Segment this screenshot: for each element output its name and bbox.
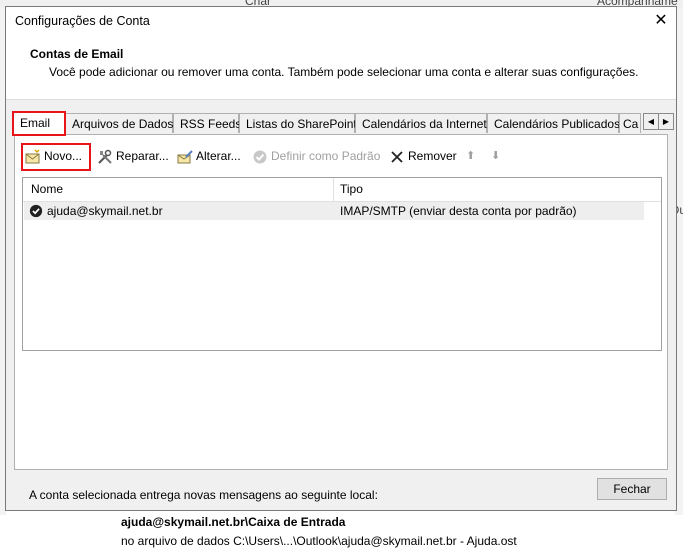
remove-button[interactable]: Remover [389, 145, 457, 169]
tab-label: Arquivos de Dados [72, 117, 174, 131]
repair-label: Reparar... [116, 149, 169, 163]
fechar-button[interactable]: Fechar [597, 478, 667, 500]
tab-label: Listas do SharePoint [246, 117, 357, 131]
table-row[interactable]: ajuda@skymail.net.br IMAP/SMTP (enviar d… [24, 202, 644, 220]
dialog-titlebar: Configurações de Conta ✕ [6, 7, 676, 37]
tab-scroll-left-icon[interactable]: ◀ [643, 113, 659, 130]
move-up-icon[interactable]: ⬆ [466, 145, 475, 169]
column-header-nome[interactable]: Nome [31, 182, 63, 196]
new-account-label: Novo... [44, 149, 83, 163]
dialog-title: Configurações de Conta [15, 14, 150, 28]
tab-label: Calendários da Internet [362, 117, 487, 131]
delivery-datafile: no arquivo de dados C:\Users\...\Outlook… [121, 534, 517, 548]
tab-label: Ca [623, 117, 639, 131]
dialog-header: Contas de Email Você pode adicionar ou r… [6, 37, 676, 100]
account-name: ajuda@skymail.net.br [47, 204, 163, 218]
tab-catalogos-truncated[interactable]: Ca [619, 113, 641, 133]
tab-scroll-buttons: ◀ ▶ [643, 113, 674, 130]
tab-email[interactable]: Email [12, 111, 66, 136]
tab-rss-feeds[interactable]: RSS Feeds [173, 113, 242, 133]
account-list: Nome Tipo ajuda@skymail.net.br IMAP/SMTP… [22, 177, 662, 351]
tab-label: Email [20, 116, 51, 130]
change-label: Alterar... [196, 149, 241, 163]
account-settings-dialog: Configurações de Conta ✕ Contas de Email… [5, 6, 677, 548]
tab-listas-sharepoint[interactable]: Listas do SharePoint [239, 113, 357, 133]
column-separator[interactable] [333, 178, 334, 201]
column-header-tipo[interactable]: Tipo [340, 182, 363, 196]
tab-label: Calendários Publicados [494, 117, 621, 131]
default-account-check-icon [29, 204, 43, 218]
account-type: IMAP/SMTP (enviar desta conta por padrão… [340, 204, 577, 218]
delivery-location: ajuda@skymail.net.br\Caixa de Entrada [121, 515, 346, 529]
tab-strip: Email Arquivos de Dados RSS Feeds Listas… [12, 111, 641, 136]
checkmark-circle-icon [253, 150, 267, 164]
new-mail-icon [25, 149, 40, 164]
tab-label: RSS Feeds [180, 117, 242, 131]
tab-scroll-right-icon[interactable]: ▶ [658, 113, 674, 130]
set-default-label: Definir como Padrão [271, 149, 381, 163]
delivery-label: A conta selecionada entrega novas mensag… [29, 488, 378, 502]
change-mail-icon [177, 150, 193, 164]
close-icon[interactable]: ✕ [646, 7, 676, 37]
tab-calendarios-internet[interactable]: Calendários da Internet [355, 113, 487, 133]
remove-label: Remover [408, 149, 457, 163]
move-down-icon[interactable]: ⬇ [491, 145, 500, 169]
header-title: Contas de Email [30, 47, 124, 61]
new-account-button[interactable]: Novo... [21, 143, 91, 171]
tools-icon [98, 149, 112, 164]
list-header: Nome Tipo [23, 178, 661, 202]
account-toolbar: Novo... Reparar... Alterar... Definir co… [21, 143, 653, 171]
email-tab-panel: Novo... Reparar... Alterar... Definir co… [14, 134, 668, 548]
set-default-button[interactable]: Definir como Padrão [252, 145, 380, 169]
tab-arquivos-de-dados[interactable]: Arquivos de Dados [65, 113, 173, 133]
repair-button[interactable]: Reparar... [97, 145, 169, 169]
tab-calendarios-publicados[interactable]: Calendários Publicados [487, 113, 621, 133]
remove-x-icon [391, 151, 403, 163]
change-button[interactable]: Alterar... [177, 145, 241, 169]
header-description: Você pode adicionar ou remover uma conta… [49, 65, 639, 79]
